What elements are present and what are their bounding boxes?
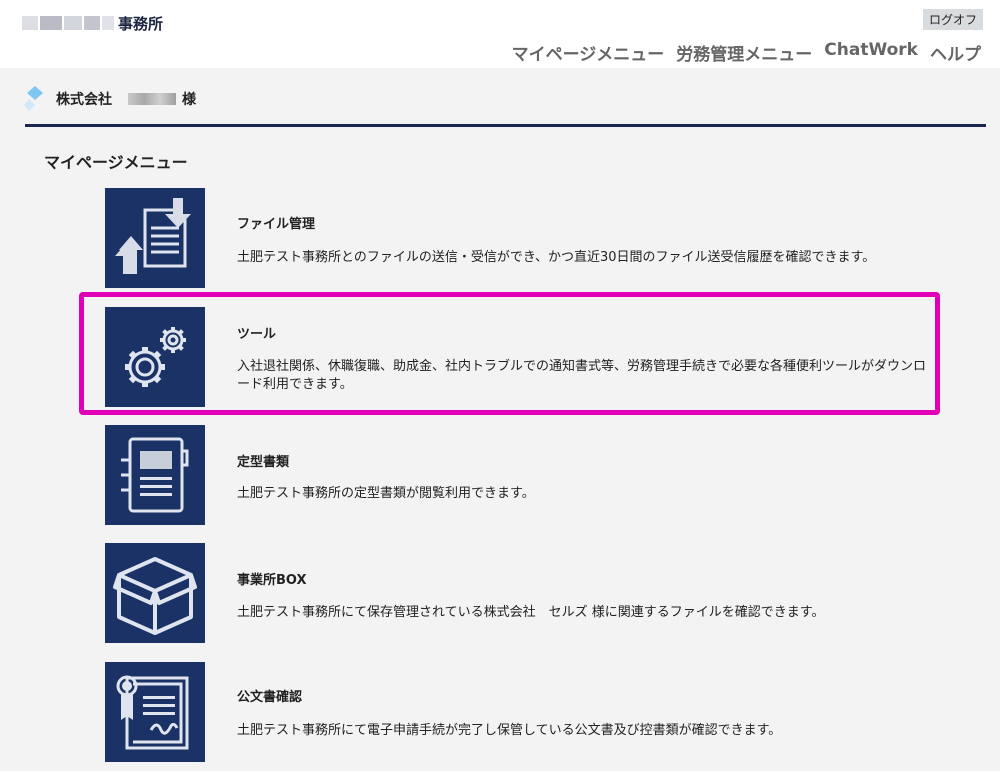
redacted-office-name (22, 16, 38, 30)
menu-item-official-documents[interactable]: 公文書確認 土肥テスト事務所にて電子申請手続が完了し保管している公文書及び控書類… (105, 662, 975, 762)
nav-mypage-menu[interactable]: マイページメニュー (512, 40, 665, 65)
item-title[interactable]: 事業所BOX (237, 569, 307, 588)
redacted-company-name (128, 93, 176, 105)
divider (25, 124, 986, 127)
item-title[interactable]: ファイル管理 (237, 213, 315, 232)
diamond-icon (24, 86, 43, 111)
office-name: 事務所 (118, 14, 164, 33)
nav-chatwork[interactable]: ChatWork (824, 40, 918, 65)
menu-item-file-management[interactable]: ファイル管理 土肥テスト事務所とのファイルの送信・受信ができ、かつ直近30日間の… (105, 188, 975, 288)
nav-help[interactable]: ヘルプ (930, 40, 981, 65)
item-title[interactable]: 公文書確認 (237, 686, 302, 705)
section-title: マイページメニュー (44, 153, 188, 172)
logout-button[interactable]: ログオフ (922, 9, 983, 30)
company-suffix: 様 (182, 92, 196, 108)
item-description: 土肥テスト事務所にて保存管理されている株式会社 セルズ 様に関連するファイルを確… (237, 605, 825, 620)
certificate-icon[interactable] (105, 662, 205, 762)
company-prefix: 株式会社 (56, 92, 112, 108)
menu-item-office-box[interactable]: 事業所BOX 土肥テスト事務所にて保存管理されている株式会社 セルズ 様に関連す… (105, 543, 975, 643)
item-title[interactable]: 定型書類 (237, 451, 289, 470)
box-icon[interactable] (105, 543, 205, 643)
office-logo[interactable]: 事務所 (22, 12, 163, 34)
redacted-office-name (40, 16, 62, 30)
redacted-office-name (84, 16, 100, 30)
file-transfer-icon[interactable] (105, 188, 205, 288)
nav-labor-menu[interactable]: 労務管理メニュー (676, 40, 812, 65)
header: 事務所 ログオフ マイページメニュー 労務管理メニュー ChatWork ヘルプ (0, 0, 1000, 68)
menu-item-standard-documents[interactable]: 定型書類 土肥テスト事務所の定型書類が閲覧利用できます。 (105, 425, 975, 525)
top-nav: マイページメニュー 労務管理メニュー ChatWork ヘルプ (512, 40, 981, 65)
company-heading: 株式会社 様 (24, 86, 196, 112)
item-description: 土肥テスト事務所とのファイルの送信・受信ができ、かつ直近30日間のファイル送受信… (237, 250, 876, 265)
item-description: 土肥テスト事務所の定型書類が閲覧利用できます。 (237, 486, 535, 501)
item-description: 土肥テスト事務所にて電子申請手続が完了し保管している公文書及び控書類が確認できま… (237, 723, 782, 738)
highlight-box (79, 292, 940, 415)
notebook-icon[interactable] (105, 425, 205, 525)
redacted-office-name (64, 16, 82, 30)
redacted-office-name (102, 16, 114, 30)
